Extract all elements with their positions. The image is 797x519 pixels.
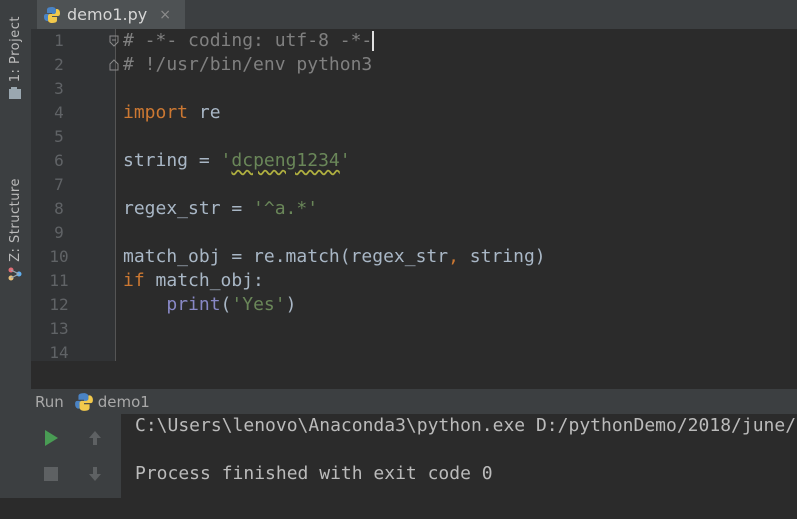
tab-filename: demo1.py [67,5,148,24]
string-quote: ' [220,150,232,171]
code-line-6: string = 'dcpeng1234' [123,149,351,173]
code-text: match_obj = re.match(regex_str [123,246,449,267]
string-literal: '^a.*' [253,198,319,219]
line-number: 10 [49,247,69,266]
left-tool-strip: 1: Project Z: Structure [0,0,32,498]
run-panel-header: Run demo1 [31,389,797,415]
play-icon [45,430,58,446]
keyword-if: if [123,270,145,291]
line-number: 7 [54,175,64,194]
line-number: 2 [54,55,64,74]
project-tool-tab[interactable]: 1: Project [4,16,26,102]
python-file-icon [44,6,60,23]
line-number: 6 [54,151,64,170]
console-line: Process finished with exit code 0 [135,463,493,484]
paren: ) [285,294,297,315]
run-toolbar [31,414,121,498]
arrow-down-icon [89,467,101,481]
code-line-8: regex_str = '^a.*' [123,197,318,221]
run-config-name[interactable]: demo1 [98,393,150,411]
code-text: string) [458,246,546,267]
editor-tab-bar: demo1.py × [31,0,797,30]
fold-end-icon[interactable] [109,59,119,71]
tab-close-icon[interactable]: × [159,7,171,23]
line-number: 8 [54,199,64,218]
text-caret [372,31,375,51]
arrow-up-icon [89,431,101,445]
string-value-typo: dcpeng1234 [231,150,340,171]
scroll-up-button[interactable] [83,426,107,450]
rerun-button[interactable] [39,426,63,450]
line-number: 3 [54,79,64,98]
stop-button[interactable] [39,462,63,486]
string-quote: ' [339,150,351,171]
project-tab-label: 1: Project [7,16,23,83]
code-line-10: match_obj = re.match(regex_str, string) [123,245,546,269]
code-line-12: print('Yes') [123,293,296,317]
code-text: regex_str = [123,198,254,219]
line-number: 11 [49,271,69,290]
code-editor[interactable]: 1 2 3 4 5 6 7 8 9 10 11 12 13 14 # -*- c… [31,29,797,362]
console-line: C:\Users\lenovo\Anaconda3\python.exe D:/… [135,415,797,436]
code-text: string = [123,150,221,171]
stop-icon [44,467,58,481]
code-line-1: # -*- coding: utf-8 -*- [123,29,375,53]
scroll-down-button[interactable] [83,462,107,486]
string-literal: 'Yes' [231,294,286,315]
editor-run-divider[interactable] [31,361,797,390]
line-number: 5 [54,127,64,146]
run-label: Run [35,392,64,411]
code-text: match_obj: [144,270,264,291]
keyword-import: import [123,102,189,123]
line-number: 4 [54,103,64,122]
line-number: 9 [54,223,64,242]
code-line-2: # !/usr/bin/env python3 [123,54,373,75]
tab-demo1[interactable]: demo1.py × [37,0,185,29]
structure-tab-label: Z: Structure [7,178,23,262]
comma: , [448,246,459,267]
line-number: 12 [49,295,69,314]
project-folder-icon [9,87,21,100]
run-panel: C:\Users\lenovo\Anaconda3\python.exe D:/… [31,414,797,498]
code-line-11: if match_obj: [123,269,264,293]
comment-coding: # -*- coding: utf-8 -*- [123,30,373,51]
structure-tool-tab[interactable]: Z: Structure [4,178,26,282]
builtin-print: print [166,294,221,315]
code-line-4: import re [123,101,221,125]
console-output[interactable]: C:\Users\lenovo\Anaconda3\python.exe D:/… [135,414,797,519]
line-number: 1 [54,31,64,50]
line-number: 13 [49,319,69,338]
line-number-gutter: 1 2 3 4 5 6 7 8 9 10 11 12 13 14 [31,29,119,362]
fold-start-icon[interactable] [109,35,119,47]
code-text: re [188,102,221,123]
paren: ( [220,294,232,315]
python-run-config-icon [74,392,93,411]
structure-icon [8,267,22,281]
